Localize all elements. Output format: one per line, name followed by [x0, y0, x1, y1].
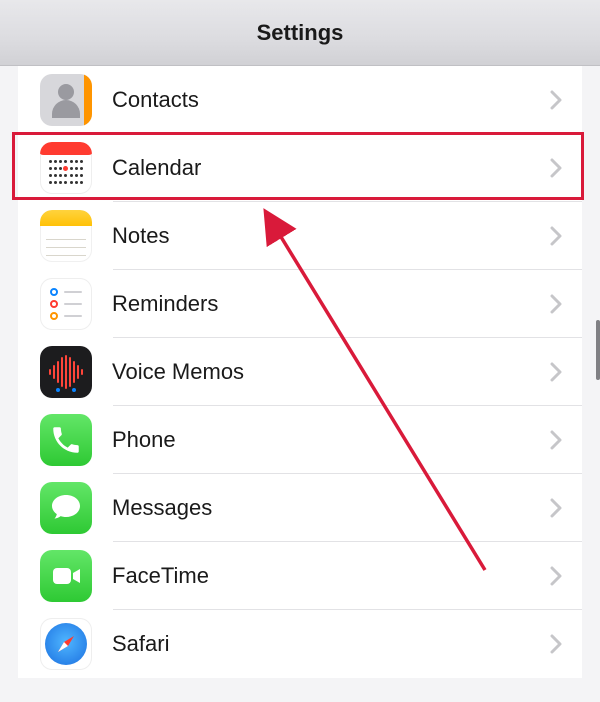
row-label: Calendar [112, 155, 550, 181]
page-title: Settings [257, 20, 344, 46]
scroll-indicator [596, 320, 600, 380]
row-messages[interactable]: Messages [18, 474, 582, 542]
chevron-right-icon [550, 158, 562, 178]
row-label: Messages [112, 495, 550, 521]
calendar-icon [40, 142, 92, 194]
row-calendar[interactable]: Calendar [18, 134, 582, 202]
chevron-right-icon [550, 90, 562, 110]
chevron-right-icon [550, 498, 562, 518]
row-safari[interactable]: Safari [18, 610, 582, 678]
chevron-right-icon [550, 566, 562, 586]
row-voice-memos[interactable]: Voice Memos [18, 338, 582, 406]
row-facetime[interactable]: FaceTime [18, 542, 582, 610]
row-phone[interactable]: Phone [18, 406, 582, 474]
row-label: Voice Memos [112, 359, 550, 385]
row-label: Safari [112, 631, 550, 657]
row-notes[interactable]: Notes [18, 202, 582, 270]
facetime-icon [40, 550, 92, 602]
row-label: Phone [112, 427, 550, 453]
chevron-right-icon [550, 430, 562, 450]
reminders-icon [40, 278, 92, 330]
notes-icon [40, 210, 92, 262]
voice-memos-icon [40, 346, 92, 398]
settings-list: Contacts Calendar Notes [18, 66, 582, 678]
contacts-icon [40, 74, 92, 126]
chevron-right-icon [550, 362, 562, 382]
row-label: FaceTime [112, 563, 550, 589]
row-label: Notes [112, 223, 550, 249]
safari-icon [40, 618, 92, 670]
chevron-right-icon [550, 226, 562, 246]
row-contacts[interactable]: Contacts [18, 66, 582, 134]
messages-icon [40, 482, 92, 534]
phone-icon [40, 414, 92, 466]
row-label: Contacts [112, 87, 550, 113]
row-reminders[interactable]: Reminders [18, 270, 582, 338]
header: Settings [0, 0, 600, 66]
chevron-right-icon [550, 294, 562, 314]
chevron-right-icon [550, 634, 562, 654]
row-label: Reminders [112, 291, 550, 317]
